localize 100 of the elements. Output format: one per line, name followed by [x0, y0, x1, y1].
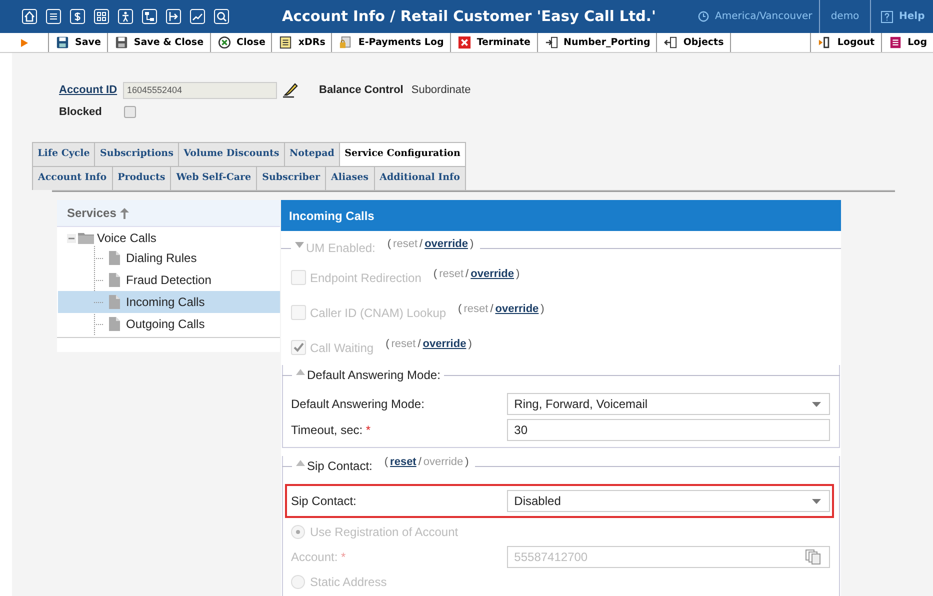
- field-label: Account: *: [291, 550, 347, 564]
- section-title: Sip Contact:: [307, 459, 372, 473]
- field-label: Sip Contact:: [291, 494, 358, 508]
- toolbar-button[interactable]: Log: [882, 33, 933, 52]
- bracket: ): [516, 268, 520, 280]
- checkbox[interactable]: [124, 106, 136, 118]
- input-field[interactable]: 30: [507, 419, 830, 441]
- up-arrow-icon[interactable]: [120, 208, 130, 218]
- help-icon: [881, 10, 893, 22]
- help-link[interactable]: Help: [899, 11, 925, 22]
- checkbox-label: Caller ID (CNAM) Lookup: [310, 306, 446, 320]
- required-mark: *: [366, 423, 371, 437]
- document-icon: [109, 251, 120, 265]
- toolbar-button[interactable]: Close: [210, 33, 272, 52]
- log-book-icon: [888, 36, 902, 49]
- checkbox-label: Call Waiting: [310, 340, 374, 354]
- export-icon[interactable]: [166, 9, 181, 24]
- pencil-icon[interactable]: [282, 82, 299, 98]
- field-label: Default Answering Mode:: [291, 397, 426, 411]
- search-icon[interactable]: [214, 9, 229, 24]
- bracket: ): [470, 238, 474, 250]
- folder-icon: [78, 232, 94, 244]
- tab[interactable]: Notepad: [284, 143, 339, 166]
- column-header[interactable]: Services: [67, 206, 116, 220]
- terminate-icon: [458, 36, 471, 49]
- clock-icon: [698, 11, 709, 22]
- tab[interactable]: Life Cycle: [32, 143, 94, 166]
- radio-label: Use Registration of Account: [310, 525, 458, 539]
- list-icon[interactable]: [46, 9, 61, 24]
- tab[interactable]: Account Info: [32, 167, 112, 190]
- section-title: Default Answering Mode:: [307, 368, 440, 382]
- close-icon: [218, 36, 231, 49]
- toolbar-button[interactable]: xDRs: [272, 33, 332, 52]
- tree-item[interactable]: Dialing Rules: [58, 247, 280, 269]
- panel-header: Incoming Calls: [281, 200, 841, 231]
- dropdown-arrow-icon: [812, 402, 821, 406]
- toolbar-button[interactable]: Terminate: [450, 33, 538, 52]
- collapse-icon[interactable]: [67, 234, 76, 242]
- field-value: Subordinate: [411, 84, 471, 96]
- radio-label: Static Address: [310, 575, 387, 589]
- play-icon[interactable]: [20, 38, 28, 46]
- separator: /: [466, 268, 469, 280]
- home-icon[interactable]: [22, 9, 37, 24]
- toolbar-button[interactable]: Save & Close: [108, 33, 211, 52]
- tab[interactable]: Subscriber: [256, 167, 326, 190]
- tree-item[interactable]: Voice Calls: [57, 227, 280, 249]
- separator: /: [490, 302, 494, 314]
- separator: /: [418, 338, 421, 350]
- arrow-out-document-icon: [664, 36, 678, 49]
- tree-item[interactable]: Incoming Calls: [58, 291, 280, 313]
- dropdown[interactable]: Disabled: [507, 490, 830, 512]
- tab[interactable]: Products: [112, 167, 170, 190]
- document-icon: [109, 295, 120, 309]
- collapse-triangle-icon[interactable]: [296, 460, 305, 466]
- separator: /: [420, 238, 423, 250]
- field-label: Balance Control: [319, 84, 404, 96]
- bracket: (: [387, 238, 392, 250]
- arrow-into-document-icon: [544, 36, 558, 49]
- tab[interactable]: Web Self-Care: [170, 167, 256, 190]
- bracket: (: [433, 268, 438, 280]
- diagram-icon[interactable]: [142, 9, 157, 24]
- toolbar-button[interactable]: E-Payments Log: [332, 33, 451, 52]
- reset-link[interactable]: reset: [390, 456, 416, 468]
- checkbox-label: Endpoint Redirection: [310, 270, 422, 284]
- account-id-link[interactable]: Account ID: [59, 84, 123, 96]
- field-label: Blocked: [59, 106, 103, 118]
- bracket: (: [384, 456, 388, 468]
- bracket: ): [540, 302, 544, 314]
- tree-item[interactable]: Fraud Detection: [58, 269, 280, 291]
- document-icon: [109, 317, 120, 331]
- bracket: ): [468, 338, 472, 350]
- required-mark: *: [341, 550, 346, 564]
- toolbar-button[interactable]: Save: [49, 33, 108, 52]
- person-icon[interactable]: [118, 9, 133, 24]
- dropdown[interactable]: Ring, Forward, Voicemail: [507, 393, 830, 415]
- chart-icon[interactable]: [190, 9, 205, 24]
- tree-item[interactable]: Outgoing Calls: [58, 313, 280, 335]
- timezone-link[interactable]: America/Vancouver: [715, 11, 812, 22]
- toolbar-button[interactable]: Objects: [657, 33, 731, 52]
- dropdown-arrow-icon: [812, 498, 821, 504]
- toolbar-button[interactable]: Number_Porting: [538, 33, 658, 52]
- document-list-icon: [279, 36, 292, 49]
- grid-icon[interactable]: [94, 9, 109, 24]
- tab[interactable]: Volume Discounts: [178, 143, 284, 166]
- account-id-field: 16045552404: [123, 82, 277, 98]
- toolbar-button[interactable]: Logout: [811, 33, 882, 52]
- field-label: Timeout, sec: *: [291, 423, 372, 437]
- bracket: ): [465, 456, 469, 468]
- page-title: Account Info / Retail Customer 'Easy Call Ltd.': [282, 8, 657, 24]
- separator: /: [418, 456, 422, 468]
- tab[interactable]: Service Configuration: [338, 143, 466, 166]
- tab[interactable]: Aliases: [325, 167, 374, 190]
- door-exit-icon: [818, 36, 832, 49]
- section-title: UM Enabled:: [306, 241, 376, 255]
- dollar-icon[interactable]: [70, 9, 85, 24]
- bracket: (: [458, 302, 462, 314]
- collapse-triangle-icon[interactable]: [296, 369, 305, 375]
- tab[interactable]: Additional Info: [374, 167, 466, 190]
- tab[interactable]: Subscriptions: [94, 143, 178, 166]
- lock-document-icon: [339, 36, 352, 49]
